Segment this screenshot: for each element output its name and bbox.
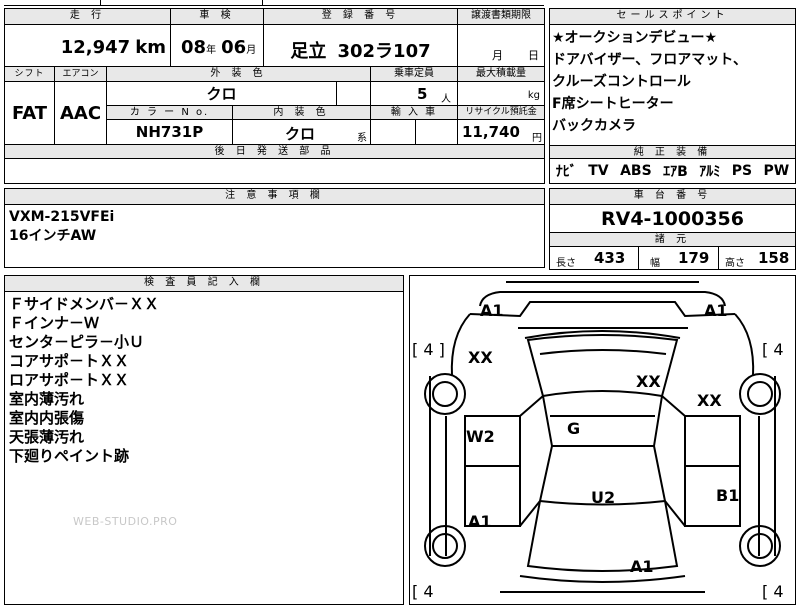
inspector-line: センタ－ピラ－小Ｕ [9, 333, 145, 351]
chassis-header: 車 台 番 号 [550, 189, 795, 205]
sales-point-item: ドアバイザー、フロアマット、 [552, 52, 748, 68]
notes-panel: 注 意 事 項 欄 VXM-215VFEi 16インチAW [4, 188, 545, 268]
top-cut-strip [4, 0, 544, 6]
exterior-header: 外 装 色 [107, 67, 371, 82]
damage-mark: XX [468, 348, 493, 367]
chassis-number: RV4-1000356 [550, 205, 795, 233]
capacity-value: 5 人 [371, 82, 458, 106]
damage-mark: W2 [466, 427, 495, 446]
tire-tread-rear-left: [ 4 [412, 582, 434, 601]
inspector-line: ロアサポ－トＸＸ [9, 371, 130, 389]
mileage-header: 走 行 [5, 9, 171, 25]
inspector-line: Ｆインナ－Ｗ [9, 314, 100, 332]
damage-mark: G [567, 419, 581, 438]
dimensions-header: 諸 元 [550, 233, 795, 247]
shift-value: FAT [5, 82, 55, 145]
damage-mark: A1 [704, 301, 728, 320]
damage-mark: XX [636, 372, 661, 391]
width-value: 179 [678, 249, 710, 267]
max-load-header: 最大積載量 [458, 67, 544, 82]
watermark: WEB-STUDIO.PRO [73, 515, 178, 528]
inspector-line: 天張薄汚れ [9, 428, 85, 446]
aircon-value: AAC [55, 82, 107, 145]
recycle-fee-value: 11,740 円 [458, 120, 544, 145]
max-load-value: kg [458, 82, 544, 106]
shift-header: シフト [5, 67, 55, 82]
inspection-value: 08年 06月 [171, 25, 264, 67]
inspection-header: 車 検 [171, 9, 264, 25]
inspector-panel: 検 査 員 記 入 欄 Ｆサイドメンバ－ＸＸ Ｆインナ－Ｗ センタ－ピラ－小Ｕ … [4, 275, 404, 605]
damage-mark: XX [697, 391, 722, 410]
sales-points-panel: セールスポイント ★オークションデビュー★ ドアバイザー、フロアマット、 クルー… [549, 8, 796, 184]
inspector-header: 検 査 員 記 入 欄 [5, 276, 403, 292]
car-damage-diagram: [ 4 ] [ 4 [ 4 [ 4 A1 A1 XX XX XX W2 G U2… [409, 275, 796, 605]
damage-mark: B1 [716, 486, 740, 505]
inspector-line: コアサポ－トＸＸ [9, 352, 130, 370]
sales-points-list: ★オークションデビュー★ ドアバイザー、フロアマット、 クルーズコントロール F… [552, 29, 792, 135]
notes-lines: VXM-215VFEi 16インチAW [9, 208, 114, 246]
equipment-item: PW [763, 163, 790, 179]
damage-mark: A1 [630, 557, 654, 576]
exterior-color-extra [337, 82, 371, 106]
interior-color-value: クロ 系 [233, 120, 371, 145]
capacity-header: 乗車定員 [371, 67, 458, 82]
import-header: 輸 入 車 [371, 106, 458, 120]
equipment-item: ABS [620, 163, 652, 179]
exterior-color-value: クロ [107, 82, 337, 106]
inspector-line: 下廻りペイント跡 [9, 447, 130, 465]
sales-point-item: クルーズコントロール [552, 74, 691, 90]
inspector-line: Ｆサイドメンバ－ＸＸ [9, 295, 160, 313]
damage-mark: A1 [468, 512, 492, 531]
later-parts-header: 後 日 発 送 部 品 [5, 145, 544, 159]
vehicle-info-grid: 走 行 車 検 登 録 番 号 譲渡書類期限 12,947 km 08年 06月… [4, 8, 545, 184]
sales-point-item: バックカメラ [552, 118, 636, 134]
registration-value: 足立 302ラ107 [264, 25, 458, 67]
sales-point-item: ★オークションデビュー★ [552, 30, 718, 46]
inspector-lines: Ｆサイドメンバ－ＸＸ Ｆインナ－Ｗ センタ－ピラ－小Ｕ コアサポ－トＸＸ ロアサ… [9, 295, 159, 466]
damage-mark: A1 [480, 301, 504, 320]
notes-header: 注 意 事 項 欄 [5, 189, 544, 205]
recycle-header: リサイクル預託金 [458, 106, 544, 120]
length-value: 433 [594, 249, 626, 267]
transfer-deadline-header: 譲渡書類期限 [458, 9, 544, 25]
tire-tread-front-left: [ 4 ] [412, 340, 445, 359]
later-parts-value [5, 159, 544, 183]
interior-header: 内 装 色 [233, 106, 371, 120]
equipment-item: PS [731, 163, 753, 179]
mileage-value: 12,947 km [5, 25, 171, 67]
damage-mark: U2 [591, 488, 616, 507]
note-line: VXM-215VFEi [9, 209, 115, 225]
tire-tread-front-right: [ 4 [762, 340, 784, 359]
chassis-panel: 車 台 番 号 RV4-1000356 諸 元 長さ 433 幅 179 高さ … [549, 188, 796, 270]
tire-tread-rear-right: [ 4 [762, 582, 784, 601]
inspector-line: 室内内張傷 [9, 409, 85, 427]
registration-header: 登 録 番 号 [264, 9, 458, 25]
equipment-header: 純 正 装 備 [550, 145, 795, 159]
note-line: 16インチAW [9, 228, 97, 244]
sales-point-item: F席シートヒーター [552, 96, 674, 112]
equipment-item: ｱﾙﾐ [699, 164, 721, 180]
dimensions-values: 長さ 433 幅 179 高さ 158 [556, 247, 790, 269]
equipment-item: ﾅﾋﾞ [555, 164, 577, 180]
equipment-item: ｴｱB [663, 164, 688, 180]
transfer-deadline-value: 月 日 [458, 25, 544, 67]
equipment-list: ﾅﾋﾞ TV ABS ｴｱB ｱﾙﾐ PS PW [550, 159, 795, 183]
sales-points-header: セールスポイント [550, 9, 795, 25]
height-value: 158 [758, 249, 790, 267]
equipment-item: TV [588, 163, 609, 179]
aircon-header: エアコン [55, 67, 107, 82]
color-no-header: カ ラ ー N o. [107, 106, 233, 120]
color-no-value: NH731P [107, 120, 233, 145]
inspector-line: 室内薄汚れ [9, 390, 85, 408]
